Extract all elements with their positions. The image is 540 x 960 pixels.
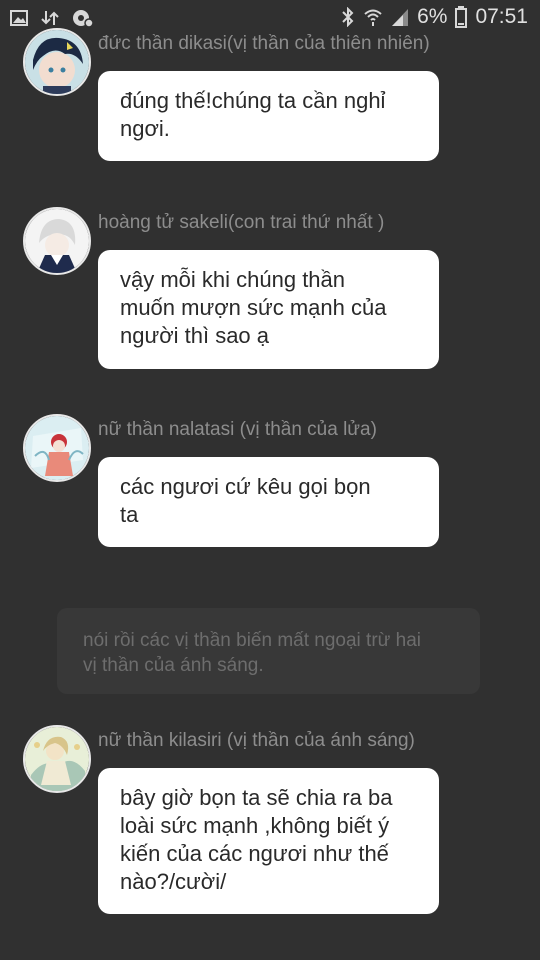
message-bubble[interactable]: bây giờ bọn ta sẽ chia ra ba loài sức mạ… [98,768,439,914]
avatar[interactable] [23,725,91,793]
data-transfer-icon [41,11,59,25]
battery-percent: 6% [417,5,448,28]
sender-name: hoàng tử sakeli(con trai thứ nhất ) [98,212,385,233]
avatar[interactable] [23,207,91,275]
avatar[interactable] [23,28,91,96]
battery-icon [455,6,468,28]
message-bubble[interactable]: đúng thế!chúng ta cần nghỉ ngơi. [98,71,439,161]
sender-name: đức thần dikasi(vị thần của thiên nhiên) [98,33,430,54]
signal-icon [392,9,409,26]
clock: 07:51 [475,5,528,28]
message-bubble[interactable]: vậy mỗi khi chúng thần muốn mượn sức mạn… [98,250,439,369]
narration-box: nói rồi các vị thần biến mất ngoại trừ h… [57,608,480,694]
status-bar: 6% 07:51 [0,0,540,36]
sender-name: nữ thần kilasiri (vị thần của ánh sáng) [98,730,415,751]
avatar[interactable] [23,414,91,482]
wifi-icon [364,9,382,26]
image-icon [10,10,28,26]
sender-name: nữ thần nalatasi (vị thần của lửa) [98,419,377,440]
bluetooth-icon [342,7,354,27]
message-bubble[interactable]: các ngươi cứ kêu gọi bọn ta [98,457,439,547]
settings-icon [73,10,94,28]
